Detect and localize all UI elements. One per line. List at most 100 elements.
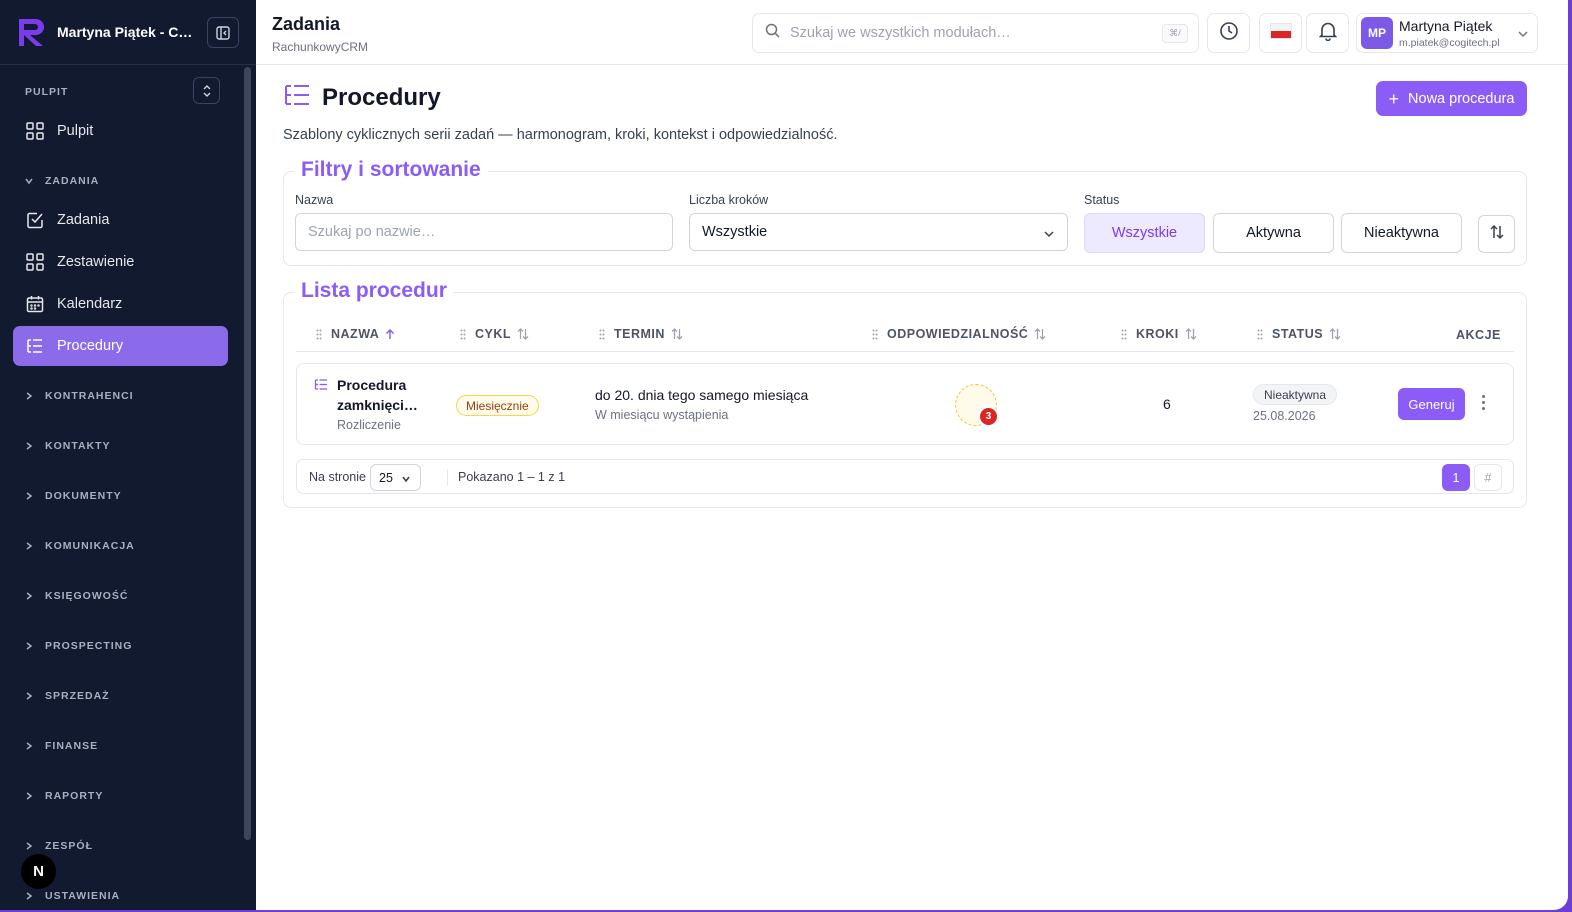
sidebar-group-8[interactable]: FINANSE	[24, 740, 98, 752]
sidebar-group-7[interactable]: SPRZEDAŻ	[24, 690, 110, 702]
page-title: Procedury	[322, 83, 441, 111]
drag-handle-icon[interactable]	[1121, 329, 1127, 340]
drag-handle-icon[interactable]	[316, 329, 322, 340]
sidebar-item-procedury[interactable]: Procedury	[13, 326, 228, 366]
steps-filter-value: Wszystkie	[702, 224, 768, 240]
per-page-value: 25	[379, 470, 393, 485]
sort-toggle-button[interactable]	[1478, 215, 1515, 253]
drag-handle-icon[interactable]	[599, 329, 605, 340]
sidebar-item-zestawienie[interactable]: Zestawienie	[13, 242, 228, 282]
column-header-status[interactable]: STATUS	[1257, 327, 1341, 341]
grid-icon	[25, 252, 45, 272]
collapse-sidebar-button[interactable]	[207, 17, 239, 48]
chevron-right-icon	[24, 441, 36, 451]
sort-icon[interactable]	[1329, 328, 1341, 340]
sidebar-scrollbar[interactable]	[244, 67, 251, 840]
sidebar-item-label: Procedury	[57, 338, 124, 354]
expand-collapse-icon[interactable]	[193, 77, 220, 104]
list-tree-icon	[314, 378, 328, 396]
sidebar-group-5[interactable]: KSIĘGOWOŚĆ	[24, 590, 129, 602]
list-tree-icon	[25, 336, 45, 356]
drag-handle-icon[interactable]	[460, 329, 466, 340]
sidebar-group-label: USTAWIENIA	[45, 890, 121, 902]
sort-icon[interactable]	[671, 328, 683, 340]
name-filter-input[interactable]: Szukaj po nazwie…	[295, 213, 673, 251]
sort-ascending-icon[interactable]	[385, 328, 395, 340]
global-search-input[interactable]: Szukaj we wszystkich modułach… ⌘/	[752, 13, 1199, 53]
procedure-name-line1[interactable]: Procedura	[337, 375, 406, 395]
column-header-label: NAZWA	[331, 327, 380, 341]
sidebar-group-4[interactable]: KOMUNIKACJA	[24, 540, 135, 552]
sidebar-group-3[interactable]: DOKUMENTY	[24, 490, 122, 502]
status-filter-inactive[interactable]: Nieaktywna	[1341, 213, 1462, 253]
list-tree-icon	[283, 82, 311, 113]
sidebar-group-label: KOMUNIKACJA	[45, 540, 135, 552]
notifications-button[interactable]	[1306, 13, 1349, 53]
app-logo-icon	[16, 16, 48, 48]
sidebar-group-10[interactable]: ZESPÓŁ	[24, 840, 93, 852]
avatar: MP	[1361, 17, 1393, 49]
status-filter-label: Status	[1084, 193, 1120, 207]
workspace-name[interactable]: Martyna Piątek - C…	[57, 24, 192, 40]
generate-button[interactable]: Generuj	[1398, 388, 1465, 420]
sort-icon[interactable]	[517, 328, 529, 340]
sidebar-group-label: DOKUMENTY	[45, 490, 122, 502]
sidebar-item-label: Kalendarz	[57, 296, 123, 312]
column-header-term[interactable]: TERMIN	[599, 327, 683, 341]
filters-legend: Filtry i sortowanie	[294, 158, 488, 182]
cycle-badge: Miesięcznie	[456, 395, 539, 416]
poland-flag-icon	[1269, 22, 1292, 44]
sidebar-group-11[interactable]: USTAWIENIA	[24, 890, 120, 902]
column-header-label: KROKI	[1136, 327, 1179, 341]
per-page-select[interactable]: 25	[370, 464, 421, 491]
app-window: Martyna Piątek - C… PULPIT Pulpit ZADANI…	[0, 0, 1568, 910]
column-header-responsibility[interactable]: ODPOWIEDZIALNOŚĆ	[872, 327, 1046, 341]
column-header-name[interactable]: NAZWA	[316, 327, 395, 341]
sidebar-group-label: KONTAKTY	[45, 440, 111, 452]
steps-filter-select[interactable]: Wszystkie	[689, 213, 1068, 251]
search-icon	[765, 23, 780, 43]
sidebar-group-label: FINANSE	[45, 740, 99, 752]
plus-icon: +	[1388, 88, 1400, 109]
column-header-label: ODPOWIEDZIALNOŚĆ	[887, 327, 1029, 341]
new-procedure-button[interactable]: + Nowa procedura	[1376, 81, 1527, 116]
column-header-label: STATUS	[1272, 327, 1324, 341]
next-dev-badge[interactable]: N	[21, 854, 56, 889]
column-header-steps[interactable]: KROKI	[1121, 327, 1197, 341]
chevron-down-icon	[24, 176, 36, 186]
column-header-actions[interactable]: AKCJE	[1456, 328, 1501, 342]
column-header-cycle[interactable]: CYKL	[460, 327, 529, 341]
sidebar-group-2[interactable]: KONTAKTY	[24, 440, 111, 452]
sidebar-group-label: PROSPECTING	[45, 640, 133, 652]
page-description: Szablony cyklicznych serii zadań — harmo…	[283, 127, 838, 143]
check-square-icon	[25, 210, 45, 230]
sidebar-item-pulpit[interactable]: Pulpit	[13, 111, 228, 151]
sidebar-group-9[interactable]: RAPORTY	[24, 790, 103, 802]
table-row[interactable]: Procedura zamknięci… Rozliczenie Miesięc…	[296, 363, 1514, 445]
language-button[interactable]	[1259, 13, 1302, 53]
sidebar-group-zadania[interactable]: ZADANIA	[24, 175, 99, 187]
status-filter-active[interactable]: Aktywna	[1213, 213, 1334, 253]
chevron-down-icon	[1517, 27, 1529, 45]
sidebar-group-6[interactable]: PROSPECTING	[24, 640, 132, 652]
drag-handle-icon[interactable]	[1257, 329, 1263, 340]
drag-handle-icon[interactable]	[872, 329, 878, 340]
page-heading: Procedury	[283, 82, 441, 113]
sidebar-item-zadania[interactable]: Zadania	[13, 200, 228, 240]
name-filter-label: Nazwa	[295, 193, 334, 207]
sidebar-item-kalendarz[interactable]: Kalendarz	[13, 284, 228, 324]
user-menu[interactable]: MP Martyna Piątek m.piatek@cogitech.pl	[1356, 13, 1538, 53]
sidebar-group-1[interactable]: KONTRAHENCI	[24, 390, 134, 402]
page-button-current[interactable]: 1	[1442, 464, 1470, 491]
sort-icon[interactable]	[1034, 328, 1046, 340]
user-email: m.piatek@cogitech.pl	[1399, 37, 1500, 49]
more-actions-icon[interactable]	[1482, 395, 1485, 410]
module-subtitle: RachunkowyCRM	[272, 40, 369, 54]
history-button[interactable]	[1207, 13, 1250, 53]
chevron-right-icon	[24, 741, 36, 751]
status-filter-all[interactable]: Wszystkie	[1084, 213, 1205, 253]
sort-arrows-icon	[1489, 224, 1505, 245]
procedure-name-line2[interactable]: zamknięci…	[337, 395, 418, 415]
page-jump-button[interactable]: #	[1474, 464, 1502, 491]
sort-icon[interactable]	[1185, 328, 1197, 340]
